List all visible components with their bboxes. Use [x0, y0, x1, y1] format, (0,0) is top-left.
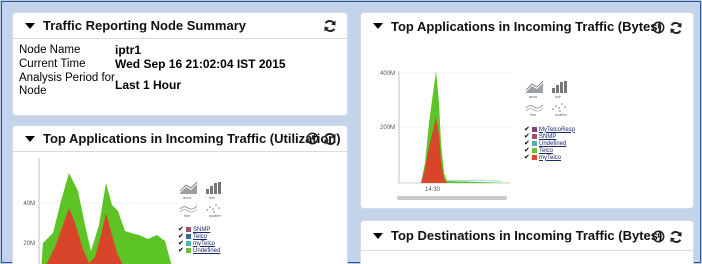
type-label: area: [529, 94, 538, 99]
legend-item[interactable]: ✔ Undefined: [178, 247, 220, 254]
y-tick-label: 20M: [23, 241, 35, 247]
legend-item[interactable]: ✔ MyTelcoResp: [524, 126, 575, 133]
checkbox-checked-icon[interactable]: ✔: [524, 147, 531, 154]
legend-swatch: [532, 134, 537, 139]
panel-title: Top Destinations in Incoming Traffic (By…: [391, 228, 663, 243]
collapse-caret-icon[interactable]: [25, 22, 35, 29]
scatter-chart-type-icon[interactable]: [552, 103, 566, 112]
panel-header: Top Applications in Incoming Traffic (Ut…: [13, 126, 347, 152]
legend-item[interactable]: ✔ myTelco: [524, 154, 575, 161]
refresh-icon[interactable]: [323, 132, 337, 146]
dashboard-frame: Traffic Reporting Node Summary Node Name…: [1, 1, 701, 264]
chart-type-selector[interactable]: area bar line scatter: [524, 80, 574, 120]
summary-label: Node Name: [19, 44, 81, 56]
legend-swatch: [186, 234, 191, 239]
top-apps-utilization-panel: Top Applications in Incoming Traffic (Ut…: [12, 125, 348, 264]
checkbox-checked-icon[interactable]: ✔: [178, 247, 185, 254]
top-destinations-panel: Top Destinations in Incoming Traffic (By…: [360, 220, 694, 264]
legend-item[interactable]: ✔ Undefined: [524, 140, 575, 147]
legend-label[interactable]: Telco: [539, 148, 553, 154]
checkbox-checked-icon[interactable]: ✔: [178, 226, 185, 233]
type-label: area: [183, 195, 192, 200]
legend-item[interactable]: ✔ Telco: [178, 233, 220, 240]
panel-title: Traffic Reporting Node Summary: [43, 18, 246, 33]
legend-label[interactable]: Undefined: [539, 141, 566, 147]
clock-icon[interactable]: [652, 230, 665, 243]
clock-icon[interactable]: [652, 21, 665, 34]
y-tick-label: 400M: [380, 71, 395, 77]
clock-icon[interactable]: [306, 132, 319, 145]
checkbox-checked-icon[interactable]: ✔: [178, 233, 185, 240]
summary-value: Last 1 Hour: [115, 77, 182, 92]
collapse-caret-icon[interactable]: [373, 23, 383, 29]
checkbox-checked-icon[interactable]: ✔: [178, 240, 185, 247]
utilization-area-chart: 40M 20M: [23, 158, 178, 264]
y-tick-label: 40M: [23, 201, 35, 207]
area-chart-type-icon[interactable]: [179, 181, 198, 194]
legend-item[interactable]: ✔ myTelco: [178, 240, 220, 247]
legend-label[interactable]: Telco: [193, 234, 207, 240]
bar-chart-type-icon[interactable]: [552, 81, 567, 93]
node-summary-panel: Traffic Reporting Node Summary Node Name…: [12, 12, 348, 116]
collapse-caret-icon[interactable]: [25, 135, 35, 142]
line-chart-type-icon[interactable]: [525, 104, 544, 112]
panel-title: Top Applications in Incoming Traffic (Ut…: [43, 131, 341, 146]
checkbox-checked-icon[interactable]: ✔: [524, 154, 531, 161]
summary-label: Current Time: [19, 58, 86, 70]
scatter-chart-type-icon[interactable]: [206, 204, 220, 213]
time-range-scrollbar[interactable]: [397, 196, 507, 200]
legend-item[interactable]: ✔ SNMP: [178, 226, 220, 233]
summary-table: Node Name iptr1 Current Time Wed Sep 16 …: [19, 44, 286, 99]
bar-chart-type-icon[interactable]: [206, 182, 221, 194]
legend-swatch: [532, 148, 537, 153]
legend-swatch: [532, 127, 537, 132]
legend-swatch: [532, 155, 537, 160]
type-label: line: [530, 112, 537, 117]
chart-type-selector[interactable]: area bar line scatter: [178, 181, 228, 221]
bytes-area-chart: 400M 200M 14:30: [380, 71, 511, 200]
checkbox-checked-icon[interactable]: ✔: [524, 140, 531, 147]
type-label: bar: [209, 195, 215, 200]
refresh-icon[interactable]: [323, 19, 337, 33]
legend-label[interactable]: myTelco: [193, 241, 215, 247]
summary-row-analysis-period: Analysis Period for Node Last 1 Hour: [19, 72, 286, 99]
top-apps-bytes-panel: Top Applications in Incoming Traffic (By…: [360, 12, 694, 209]
series-undefined-line: [446, 179, 501, 182]
legend-label[interactable]: Undefined: [193, 248, 220, 254]
legend-label[interactable]: myTelco: [539, 155, 561, 161]
summary-row-current-time: Current Time Wed Sep 16 21:02:04 IST 201…: [19, 58, 286, 72]
checkbox-checked-icon[interactable]: ✔: [524, 133, 531, 140]
panel-header: Top Applications in Incoming Traffic (By…: [361, 13, 693, 39]
type-label: scatter: [209, 213, 222, 218]
refresh-icon[interactable]: [669, 21, 683, 35]
area-chart-type-icon[interactable]: [525, 80, 544, 93]
panel-header: Top Destinations in Incoming Traffic (By…: [361, 221, 693, 251]
type-label: line: [184, 213, 191, 218]
legend-swatch: [186, 241, 191, 246]
y-tick-label: 200M: [380, 125, 395, 131]
legend-label[interactable]: SNMP: [539, 134, 556, 140]
bytes-legend: ✔ MyTelcoResp ✔ SNMP ✔ Undefined ✔ Telco…: [524, 126, 575, 161]
summary-label: Analysis Period for Node: [19, 72, 115, 97]
legend-item[interactable]: ✔ SNMP: [524, 133, 575, 140]
legend-swatch: [186, 248, 191, 253]
line-chart-type-icon[interactable]: [179, 205, 198, 213]
legend-label[interactable]: SNMP: [193, 227, 210, 233]
type-label: bar: [555, 94, 561, 99]
checkbox-checked-icon[interactable]: ✔: [524, 126, 531, 133]
legend-item[interactable]: ✔ Telco: [524, 147, 575, 154]
type-label: scatter: [555, 112, 568, 117]
summary-row-node-name: Node Name iptr1: [19, 44, 286, 58]
refresh-icon[interactable]: [669, 230, 683, 244]
panel-title: Top Applications in Incoming Traffic (By…: [391, 18, 662, 34]
collapse-caret-icon[interactable]: [373, 232, 383, 239]
panel-header: Traffic Reporting Node Summary: [13, 13, 347, 39]
utilization-legend: ✔ SNMP ✔ Telco ✔ myTelco ✔ Undefined: [178, 226, 220, 254]
summary-value: Wed Sep 16 21:02:04 IST 2015: [115, 57, 286, 71]
x-tick-label: 14:30: [425, 187, 441, 193]
legend-label[interactable]: MyTelcoResp: [539, 127, 575, 133]
legend-swatch: [532, 141, 537, 146]
summary-value: iptr1: [115, 43, 142, 57]
legend-swatch: [186, 227, 191, 232]
